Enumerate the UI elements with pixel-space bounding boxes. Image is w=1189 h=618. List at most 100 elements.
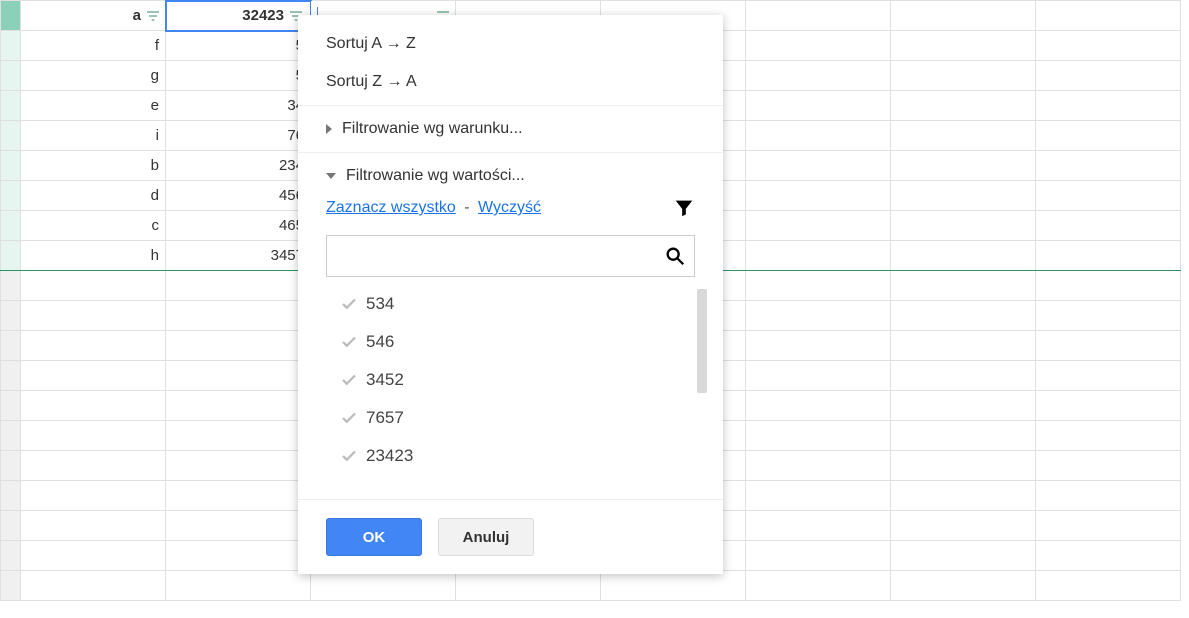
cell[interactable] (166, 361, 311, 391)
cell[interactable] (311, 571, 456, 601)
cell[interactable]: 76 (166, 121, 311, 151)
cell[interactable] (1036, 61, 1181, 91)
cell[interactable] (891, 241, 1036, 271)
cell[interactable]: e (21, 91, 166, 121)
funnel-icon[interactable] (673, 197, 695, 219)
sort-z-a[interactable]: Sortuj Z → A (298, 63, 723, 101)
cell[interactable] (746, 211, 891, 241)
cell[interactable] (21, 271, 166, 301)
cell[interactable] (891, 511, 1036, 541)
filter-icon[interactable] (145, 8, 161, 24)
row-header[interactable] (1, 571, 21, 601)
cell[interactable] (456, 571, 601, 601)
cell[interactable] (746, 271, 891, 301)
filter-value-item[interactable]: 23423 (326, 437, 707, 475)
select-all-link[interactable]: Zaznacz wszystko (326, 199, 456, 216)
cell[interactable] (891, 571, 1036, 601)
cell[interactable] (166, 511, 311, 541)
cell[interactable] (1036, 361, 1181, 391)
cell[interactable] (166, 481, 311, 511)
cell[interactable]: c (21, 211, 166, 241)
cell[interactable]: h (21, 241, 166, 271)
row-header[interactable] (1, 211, 21, 241)
row-header[interactable] (1, 511, 21, 541)
cell[interactable] (746, 61, 891, 91)
cell[interactable] (891, 451, 1036, 481)
row-header[interactable] (1, 361, 21, 391)
filter-value-item[interactable]: 3452 (326, 361, 707, 399)
cell[interactable] (1036, 211, 1181, 241)
row-header[interactable] (1, 151, 21, 181)
filter-value-item[interactable]: 534 (326, 285, 707, 323)
row-header[interactable] (1, 91, 21, 121)
cell[interactable] (166, 541, 311, 571)
cell[interactable] (746, 241, 891, 271)
cell[interactable] (166, 301, 311, 331)
cell[interactable] (1036, 511, 1181, 541)
clear-link[interactable]: Wyczyść (478, 199, 541, 216)
filter-search[interactable] (326, 235, 695, 277)
cell[interactable] (21, 511, 166, 541)
cell[interactable] (746, 31, 891, 61)
cell[interactable] (166, 331, 311, 361)
cell[interactable] (1036, 421, 1181, 451)
cell[interactable] (1036, 31, 1181, 61)
cell[interactable] (1036, 391, 1181, 421)
cell[interactable] (1036, 181, 1181, 211)
cell[interactable] (746, 301, 891, 331)
cell[interactable]: d (21, 181, 166, 211)
cell[interactable] (746, 451, 891, 481)
cell[interactable]: 465 (166, 211, 311, 241)
cell[interactable] (166, 571, 311, 601)
cell[interactable]: 3457 (166, 241, 311, 271)
header-cell-a[interactable]: a (21, 1, 166, 31)
cell[interactable] (166, 391, 311, 421)
cell[interactable] (21, 571, 166, 601)
cell[interactable] (746, 361, 891, 391)
row-header[interactable] (1, 301, 21, 331)
filter-search-input[interactable] (327, 236, 654, 276)
cell[interactable] (1036, 301, 1181, 331)
cell[interactable] (601, 571, 746, 601)
cell[interactable] (891, 61, 1036, 91)
cell[interactable] (21, 421, 166, 451)
cell[interactable]: 5 (166, 61, 311, 91)
cell[interactable] (746, 541, 891, 571)
cell[interactable]: g (21, 61, 166, 91)
header-cell-b-selected[interactable]: 32423 (166, 1, 311, 31)
cell[interactable] (1036, 121, 1181, 151)
cell[interactable] (746, 421, 891, 451)
filter-by-condition[interactable]: Filtrowanie wg warunku... (298, 110, 723, 148)
cancel-button[interactable]: Anuluj (438, 518, 534, 556)
cell[interactable] (1036, 151, 1181, 181)
cell[interactable] (891, 361, 1036, 391)
cell[interactable] (746, 181, 891, 211)
cell[interactable] (746, 511, 891, 541)
cell[interactable] (166, 271, 311, 301)
cell[interactable] (891, 331, 1036, 361)
row-header[interactable] (1, 241, 21, 271)
row-header[interactable] (1, 451, 21, 481)
cell[interactable] (891, 541, 1036, 571)
row-header[interactable] (1, 1, 21, 31)
filter-by-value[interactable]: Filtrowanie wg wartości... (298, 157, 723, 195)
filter-value-item[interactable]: 546 (326, 323, 707, 361)
cell[interactable] (21, 391, 166, 421)
ok-button[interactable]: OK (326, 518, 422, 556)
cell[interactable]: b (21, 151, 166, 181)
cell[interactable] (21, 541, 166, 571)
scrollbar-thumb[interactable] (697, 289, 707, 393)
cell[interactable] (21, 301, 166, 331)
cell[interactable] (891, 181, 1036, 211)
row-header[interactable] (1, 541, 21, 571)
cell[interactable] (1036, 91, 1181, 121)
cell[interactable]: 234 (166, 151, 311, 181)
row-header[interactable] (1, 271, 21, 301)
cell[interactable] (891, 211, 1036, 241)
cell[interactable] (891, 421, 1036, 451)
cell[interactable]: 456 (166, 181, 311, 211)
cell[interactable] (746, 571, 891, 601)
cell[interactable] (891, 121, 1036, 151)
cell[interactable]: f (21, 31, 166, 61)
cell[interactable] (891, 271, 1036, 301)
